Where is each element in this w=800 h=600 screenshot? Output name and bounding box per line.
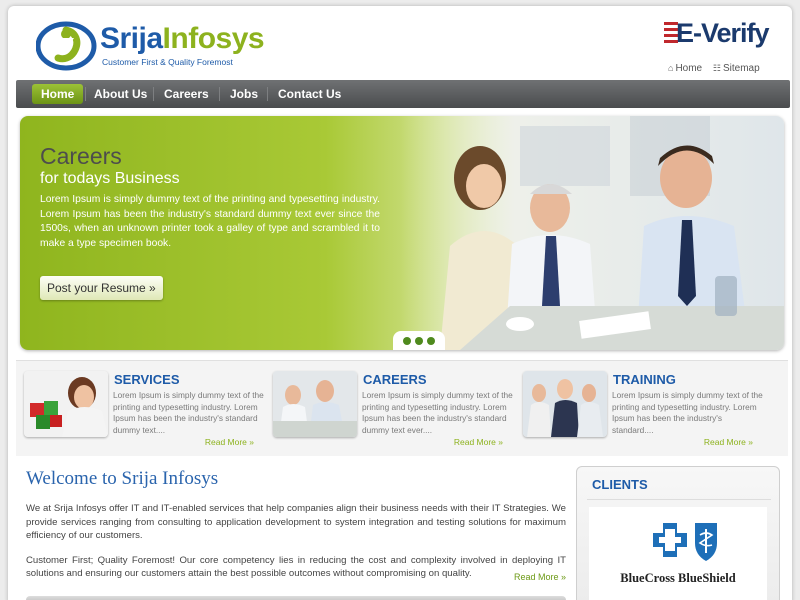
banner-photo: [400, 116, 784, 350]
hero-banner: Careers for todays Business Lorem Ipsum …: [20, 116, 784, 350]
top-link-home-label: Home: [675, 63, 703, 74]
welcome-read-more-link[interactable]: Read More »: [514, 572, 566, 582]
feature-text: Lorem Ipsum is simply dummy text of the …: [362, 390, 513, 435]
client-name: BlueCross BlueShield: [620, 571, 736, 585]
everify-label: E-Verify: [676, 18, 770, 48]
welcome-section: Welcome to Srija Infosys We at Srija Inf…: [26, 468, 566, 582]
logo[interactable]: SrijaInfosys Customer First & Quality Fo…: [36, 20, 276, 76]
careers-image: [273, 371, 357, 437]
nav-item-jobs[interactable]: Jobs: [221, 84, 267, 104]
brand-name-part2: Infosys: [162, 22, 265, 55]
read-more-link[interactable]: Read More »: [704, 437, 753, 447]
brand-name: SrijaInfosys: [100, 22, 265, 56]
feature-title[interactable]: SERVICES: [114, 372, 180, 387]
logo-icon: [36, 21, 97, 71]
clients-panel: CLIENTS BlueCross BlueShield: [576, 466, 780, 600]
feature-training: TRAINING Lorem Ipsum is simply dummy tex…: [519, 369, 767, 453]
house-icon: ⌂: [668, 63, 674, 73]
top-link-sitemap[interactable]: ☷ Sitemap: [713, 63, 760, 74]
slider-dot-3[interactable]: [427, 337, 435, 345]
welcome-paragraph-2: Customer First; Quality Foremost! Our co…: [26, 554, 566, 580]
slider-dot-2[interactable]: [415, 337, 423, 345]
brand-name-part1: Srija: [100, 22, 163, 55]
nav-divider: [219, 87, 220, 101]
feature-careers: CAREERS Lorem Ipsum is simply dummy text…: [269, 369, 517, 453]
slider-pagination: [393, 331, 445, 350]
everify-logo[interactable]: E-Verify: [664, 16, 776, 52]
main-nav: Home About Us Careers Jobs Contact Us: [16, 80, 790, 108]
top-link-home[interactable]: ⌂ Home: [668, 63, 702, 74]
nav-item-about-us[interactable]: About Us: [85, 84, 156, 104]
training-image: [523, 371, 607, 437]
banner-title: Careers: [40, 143, 122, 169]
feature-title[interactable]: TRAINING: [613, 372, 676, 387]
welcome-paragraph-1: We at Srija Infosys offer IT and IT-enab…: [26, 503, 566, 541]
sitemap-icon: ☷: [712, 63, 721, 73]
nav-item-home[interactable]: Home: [32, 84, 84, 104]
clients-title: CLIENTS: [592, 477, 648, 492]
features-section: SERVICES Lorem Ipsum is simply dummy tex…: [16, 360, 788, 456]
feature-text: Lorem Ipsum is simply dummy text of the …: [113, 390, 264, 435]
page: SrijaInfosys Customer First & Quality Fo…: [8, 6, 792, 600]
client-logo-box[interactable]: BlueCross BlueShield: [589, 507, 767, 600]
feature-title[interactable]: CAREERS: [363, 372, 427, 387]
banner-subtitle: for todays Business: [40, 170, 180, 187]
feature-services: SERVICES Lorem Ipsum is simply dummy tex…: [20, 369, 268, 453]
feature-text: Lorem Ipsum is simply dummy text of the …: [612, 390, 763, 435]
clients-divider: [587, 499, 771, 500]
bluecross-blueshield-icon: [653, 523, 717, 561]
slider-dot-1[interactable]: [403, 337, 411, 345]
welcome-title: Welcome to Srija Infosys: [26, 468, 219, 489]
post-resume-button[interactable]: Post your Resume »: [40, 276, 163, 300]
brand-tagline: Customer First & Quality Foremost: [102, 57, 233, 67]
top-link-sitemap-label: Sitemap: [722, 63, 760, 74]
welcome-bottom-bar: [26, 596, 566, 600]
nav-divider: [267, 87, 268, 101]
nav-item-contact-us[interactable]: Contact Us: [269, 84, 350, 104]
banner-text: Lorem Ipsum is simply dummy text of the …: [40, 194, 380, 249]
top-links: ⌂ Home ☷ Sitemap: [668, 63, 768, 74]
services-image: [24, 371, 108, 437]
read-more-link[interactable]: Read More »: [205, 437, 254, 447]
read-more-link[interactable]: Read More »: [454, 437, 503, 447]
header: SrijaInfosys Customer First & Quality Fo…: [8, 6, 792, 78]
nav-item-careers[interactable]: Careers: [155, 84, 218, 104]
nav-divider: [153, 87, 154, 101]
